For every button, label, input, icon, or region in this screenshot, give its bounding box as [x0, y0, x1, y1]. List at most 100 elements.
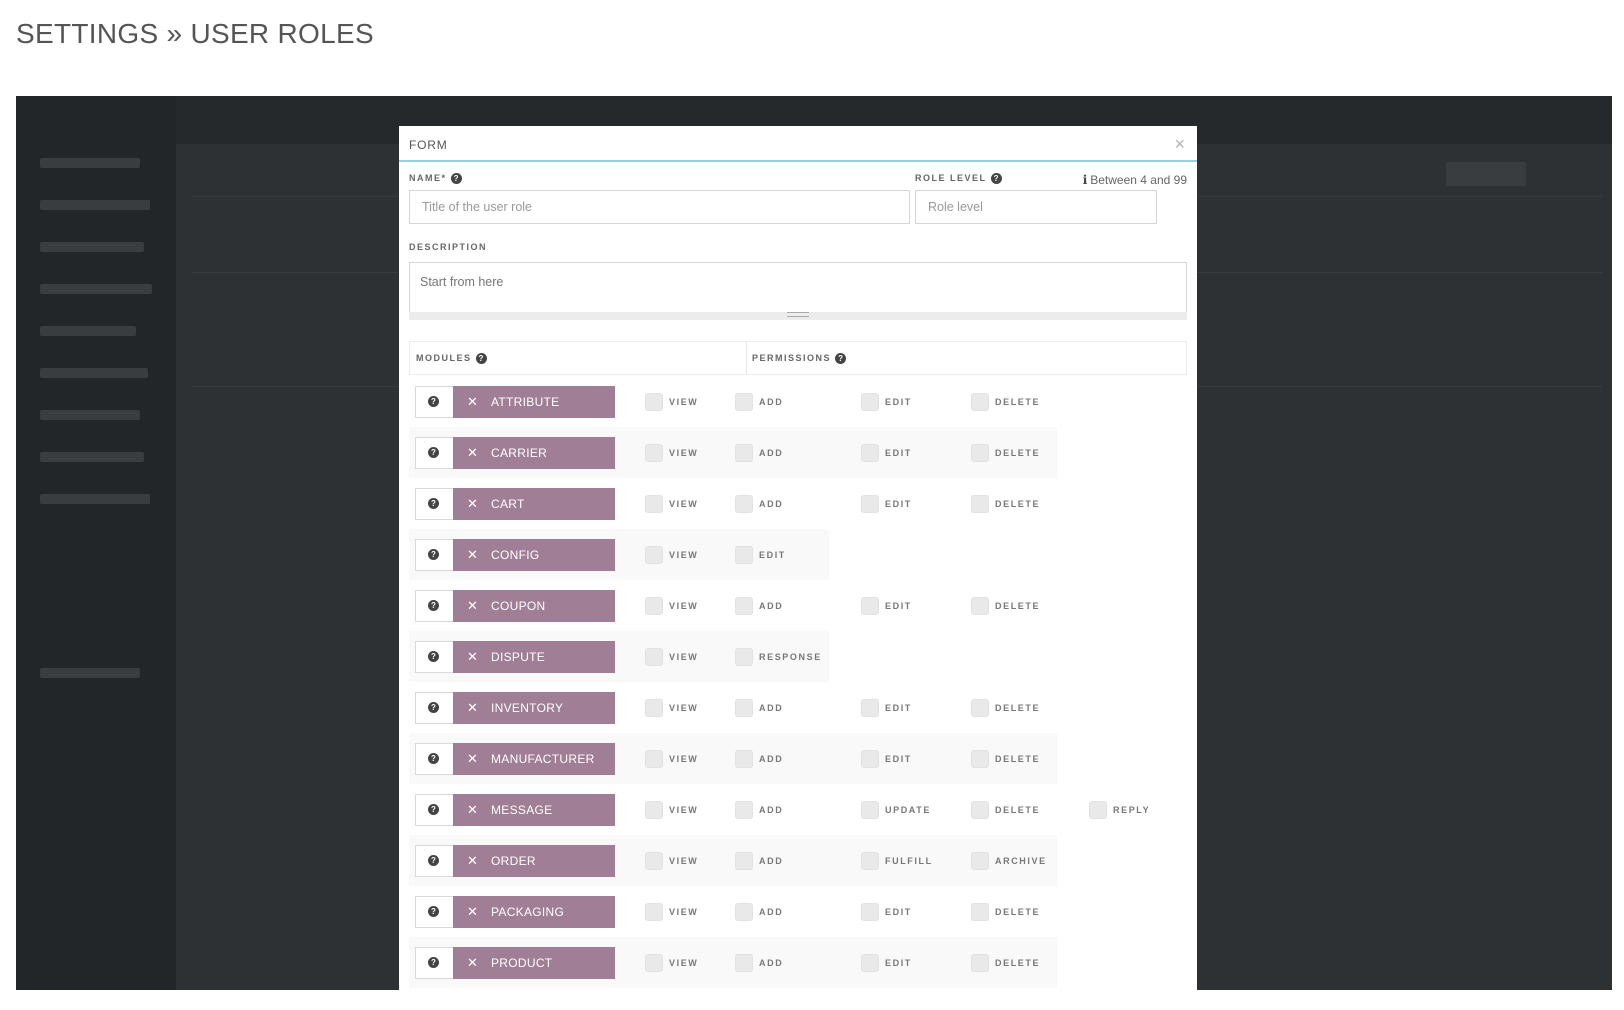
- permission-checkbox[interactable]: [971, 495, 989, 513]
- permission-checkbox[interactable]: [735, 597, 753, 615]
- permission-checkbox[interactable]: [971, 750, 989, 768]
- module-help-button[interactable]: ?: [415, 590, 453, 622]
- permission-checkbox[interactable]: [645, 801, 663, 819]
- x-icon[interactable]: ✕: [467, 751, 478, 767]
- module-help-button[interactable]: ?: [415, 743, 453, 775]
- permission-checkbox[interactable]: [861, 954, 879, 972]
- permission-label: ADD: [759, 397, 784, 407]
- x-icon[interactable]: ✕: [467, 649, 478, 665]
- permission-checkbox[interactable]: [735, 444, 753, 462]
- permission-checkbox[interactable]: [645, 393, 663, 411]
- permission-checkbox[interactable]: [971, 699, 989, 717]
- modal-title: FORM: [409, 138, 448, 152]
- question-circle-icon: ?: [428, 396, 439, 407]
- permission-checkbox[interactable]: [645, 546, 663, 564]
- question-circle-icon: ?: [428, 447, 439, 458]
- permission-label: VIEW: [669, 652, 699, 662]
- name-input[interactable]: [409, 190, 910, 224]
- permissions-table-header: MODULES? PERMISSIONS?: [409, 341, 1187, 375]
- permission-checkbox[interactable]: [645, 495, 663, 513]
- x-icon[interactable]: ✕: [467, 904, 478, 920]
- permission-checkbox[interactable]: [1089, 801, 1107, 819]
- permission-checkbox[interactable]: [735, 750, 753, 768]
- permission-checkbox[interactable]: [861, 852, 879, 870]
- module-help-button[interactable]: ?: [415, 845, 453, 877]
- question-circle-icon[interactable]: ?: [475, 353, 487, 365]
- permission-label: DELETE: [995, 703, 1041, 713]
- module-row: ? ✕ CONFIG VIEW EDIT: [409, 529, 1187, 580]
- close-icon[interactable]: ×: [1174, 134, 1185, 155]
- x-icon[interactable]: ✕: [467, 802, 478, 818]
- permission-checkbox[interactable]: [971, 903, 989, 921]
- permission-checkbox[interactable]: [861, 444, 879, 462]
- module-help-button[interactable]: ?: [415, 896, 453, 928]
- permission-checkbox[interactable]: [971, 801, 989, 819]
- permission-checkbox[interactable]: [861, 903, 879, 921]
- module-help-button[interactable]: ?: [415, 641, 453, 673]
- question-circle-icon[interactable]: ?: [990, 173, 1002, 185]
- permission-checkbox[interactable]: [735, 393, 753, 411]
- module-row: ? ✕ COUPON VIEW ADD EDIT DELETE: [409, 580, 1187, 631]
- permission-label: VIEW: [669, 550, 699, 560]
- permission-label: DELETE: [995, 907, 1041, 917]
- permission-checkbox[interactable]: [971, 852, 989, 870]
- question-circle-icon[interactable]: ?: [835, 353, 847, 365]
- permission-checkbox[interactable]: [645, 597, 663, 615]
- module-help-button[interactable]: ?: [415, 437, 453, 469]
- x-icon[interactable]: ✕: [467, 445, 478, 461]
- permission-checkbox[interactable]: [735, 546, 753, 564]
- question-circle-icon[interactable]: ?: [450, 173, 462, 185]
- module-help-button[interactable]: ?: [415, 692, 453, 724]
- permission-checkbox[interactable]: [735, 699, 753, 717]
- permission-checkbox[interactable]: [971, 597, 989, 615]
- question-circle-icon: ?: [428, 753, 439, 764]
- role-level-input[interactable]: [915, 190, 1157, 224]
- permission-checkbox[interactable]: [645, 648, 663, 666]
- page-title: SETTINGS » USER ROLES: [16, 18, 374, 49]
- permission-checkbox[interactable]: [735, 801, 753, 819]
- permission-checkbox[interactable]: [735, 495, 753, 513]
- module-help-button[interactable]: ?: [415, 794, 453, 826]
- module-help-button[interactable]: ?: [415, 386, 453, 418]
- permission-label: FULFILL: [885, 856, 933, 866]
- permission-checkbox[interactable]: [645, 750, 663, 768]
- x-icon[interactable]: ✕: [467, 598, 478, 614]
- module-label: MESSAGE: [491, 803, 553, 817]
- permission-checkbox[interactable]: [735, 903, 753, 921]
- permission-checkbox[interactable]: [971, 444, 989, 462]
- role-form-modal: FORM × NAME*? ROLE LEVEL? i Between 4 and…: [399, 126, 1197, 1010]
- x-icon[interactable]: ✕: [467, 394, 478, 410]
- permission-checkbox[interactable]: [735, 852, 753, 870]
- permission-checkbox[interactable]: [645, 954, 663, 972]
- x-icon[interactable]: ✕: [467, 853, 478, 869]
- permission-label: EDIT: [759, 550, 786, 560]
- permission-checkbox[interactable]: [735, 954, 753, 972]
- permission-checkbox[interactable]: [645, 444, 663, 462]
- permission-checkbox[interactable]: [861, 597, 879, 615]
- x-icon[interactable]: ✕: [467, 496, 478, 512]
- permission-checkbox[interactable]: [645, 699, 663, 717]
- x-icon[interactable]: ✕: [467, 547, 478, 563]
- permission-checkbox[interactable]: [645, 903, 663, 921]
- permissions-header-text: PERMISSIONS: [752, 353, 832, 363]
- dimmed-sidebar-item: [40, 368, 148, 378]
- permission-checkbox[interactable]: [861, 495, 879, 513]
- permission-checkbox[interactable]: [861, 699, 879, 717]
- x-icon[interactable]: ✕: [467, 955, 478, 971]
- module-tag: ✕ MESSAGE: [453, 794, 615, 826]
- permission-checkbox[interactable]: [645, 852, 663, 870]
- permission-label: ADD: [759, 907, 784, 917]
- permission-checkbox[interactable]: [735, 648, 753, 666]
- permission-checkbox[interactable]: [971, 954, 989, 972]
- resize-grip-icon[interactable]: [787, 312, 809, 317]
- x-icon[interactable]: ✕: [467, 700, 478, 716]
- permission-checkbox[interactable]: [861, 801, 879, 819]
- question-circle-icon: ?: [428, 957, 439, 968]
- module-help-button[interactable]: ?: [415, 488, 453, 520]
- permission-checkbox[interactable]: [971, 393, 989, 411]
- module-help-button[interactable]: ?: [415, 947, 453, 979]
- permission-checkbox[interactable]: [861, 750, 879, 768]
- module-label: MANUFACTURER: [491, 752, 595, 766]
- permission-checkbox[interactable]: [861, 393, 879, 411]
- module-help-button[interactable]: ?: [415, 539, 453, 571]
